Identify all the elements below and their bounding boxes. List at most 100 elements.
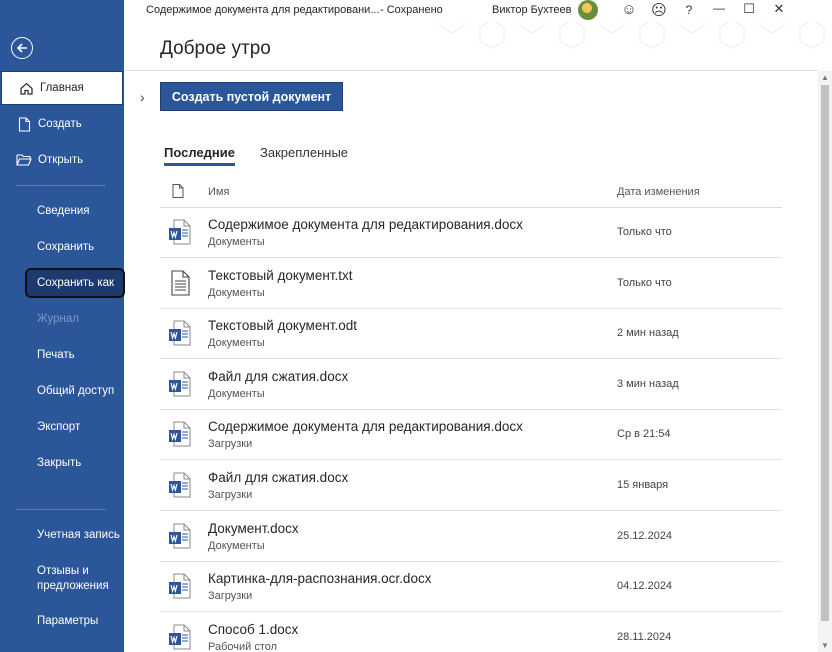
word-document-icon (169, 219, 191, 245)
file-location: Загрузки (208, 438, 253, 451)
file-name: Текстовый документ.odt (208, 318, 358, 334)
create-blank-document-button[interactable]: Создать пустой документ (160, 82, 343, 111)
maximize-icon[interactable]: ☐ (734, 1, 764, 19)
file-modified-date: 2 мин назад (617, 327, 679, 340)
help-icon[interactable]: ? (674, 1, 704, 19)
file-row[interactable]: Картинка-для-распознания.ocr.docx Загрузк… (160, 562, 782, 613)
nav-options-label: Параметры (37, 615, 99, 627)
sidebar-divider (16, 185, 106, 186)
word-document-icon (169, 523, 191, 549)
file-name: Файл для сжатия.docx (208, 368, 349, 384)
nav-share-label: Общий доступ (37, 385, 115, 397)
backstage-sidebar: Главная Создать Открыть Сведения Сохрани… (0, 0, 125, 652)
nav-close-label: Закрыть (37, 457, 82, 469)
chevron-right-icon[interactable]: › (140, 89, 145, 105)
close-icon[interactable]: ✕ (764, 1, 794, 19)
nav-share[interactable]: Общий доступ (0, 374, 124, 408)
file-row[interactable]: Файл для сжатия.docx Загрузки 15 января (160, 461, 782, 511)
nav-print[interactable]: Печать (0, 338, 124, 372)
smile-icon[interactable]: ☺ (614, 1, 644, 19)
nav-account-label: Учетная запись (37, 529, 120, 541)
scroll-thumb[interactable] (821, 85, 829, 621)
text-file-icon (171, 270, 190, 296)
nav-feedback-line1: Отзывы и (37, 565, 89, 577)
avatar[interactable] (578, 0, 598, 20)
file-name: Картинка-для-распознания.ocr.docx (208, 571, 432, 587)
user-name[interactable]: Виктор Бухтеев (492, 4, 571, 16)
nav-save-as-label: Сохранить как (37, 277, 115, 289)
nav-export-label: Экспорт (37, 421, 81, 433)
file-name: Файл для сжатия.docx (208, 470, 349, 485)
file-location: Документы (208, 387, 265, 400)
home-icon (18, 80, 34, 96)
file-location: Загрузки (208, 489, 253, 501)
nav-save[interactable]: Сохранить (0, 230, 124, 264)
file-row[interactable]: Способ 1.docx Рабочий стол 28.11.2024 (160, 613, 782, 652)
file-modified-date: 15 января (617, 479, 669, 491)
file-row[interactable]: Содержимое документа для редактирования.… (160, 410, 782, 461)
title-bar: Содержимое документа для редактировани..… (124, 0, 832, 22)
word-document-icon (169, 320, 191, 346)
file-location: Рабочий стол (208, 640, 278, 652)
file-modified-date: Только что (617, 226, 672, 238)
nav-history-label: Журнал (37, 313, 79, 325)
nav-open-label: Открыть (38, 154, 84, 166)
back-arrow-icon[interactable] (11, 37, 33, 59)
frown-icon[interactable]: ☹ (644, 1, 674, 19)
nav-history: Журнал (0, 302, 124, 336)
nav-save-as[interactable]: Сохранить как (25, 268, 125, 298)
file-name: Способ 1.docx (208, 621, 299, 637)
nav-close[interactable]: Закрыть (0, 446, 124, 480)
column-header-date[interactable]: Дата изменения (617, 186, 700, 198)
file-location: Документы (208, 337, 265, 350)
tab-recent[interactable]: Последние (164, 145, 235, 166)
document-title: Содержимое документа для редактировани..… (146, 4, 380, 16)
nav-print-label: Печать (37, 349, 75, 361)
word-document-icon (169, 472, 191, 498)
minimize-icon[interactable]: — (704, 1, 734, 19)
file-row[interactable]: Текстовый документ.txt Документы Только чт… (160, 259, 782, 309)
nav-info[interactable]: Сведения (0, 194, 124, 228)
file-modified-date: 3 мин назад (617, 377, 679, 390)
file-row[interactable]: Файл для сжатия.docx Документы 3 мин назад (160, 360, 782, 410)
file-location: Документы (208, 236, 265, 248)
greeting-heading: Доброе утро (160, 38, 271, 59)
file-name: Содержимое документа для редактирования.… (208, 217, 523, 232)
word-document-icon (169, 624, 191, 650)
nav-export[interactable]: Экспорт (0, 410, 124, 444)
scroll-up-arrow-icon[interactable]: ▲ (821, 73, 829, 82)
tab-pinned[interactable]: Закрепленные (260, 145, 348, 160)
word-document-icon (169, 371, 191, 397)
nav-home[interactable]: Главная (1, 71, 123, 105)
file-row[interactable]: Содержимое документа для редактирования.… (160, 208, 782, 258)
file-modified-date: 04.12.2024 (617, 580, 673, 593)
file-location: Документы (208, 286, 265, 299)
scroll-down-arrow-icon[interactable]: ▼ (821, 641, 829, 650)
folder-open-icon (16, 152, 32, 168)
header-divider (124, 70, 818, 71)
new-document-icon (16, 116, 32, 132)
nav-create-label: Создать (38, 118, 82, 130)
file-row[interactable]: Текстовый документ.odt Документы 2 мин наз… (160, 309, 782, 360)
nav-open[interactable]: Открыть (0, 143, 124, 177)
nav-feedback-line2: предложения (37, 580, 109, 592)
column-header-name[interactable]: Имя (208, 186, 229, 198)
nav-feedback[interactable]: Отзывы и предложения (0, 562, 124, 596)
file-modified-date: 25.12.2024 (617, 529, 673, 542)
nav-save-label: Сохранить (37, 241, 95, 253)
nav-home-label: Главная (40, 82, 84, 94)
nav-feedback-label: Отзывы и предложения (37, 564, 109, 594)
nav-create[interactable]: Создать (0, 107, 124, 141)
file-modified-date: Ср в 21:54 (617, 428, 671, 441)
file-location: Загрузки (208, 590, 253, 603)
file-type-column-icon (172, 184, 184, 198)
file-row[interactable]: Документ.docx Документы 25.12.2024 (160, 512, 782, 562)
file-location: Документы (208, 539, 265, 552)
word-document-icon (169, 421, 191, 447)
nav-info-label: Сведения (37, 205, 90, 217)
file-name: Текстовый документ.txt (208, 267, 353, 283)
word-document-icon (169, 573, 191, 599)
vertical-scrollbar[interactable]: ▲ ▼ (818, 71, 832, 652)
nav-account[interactable]: Учетная запись (0, 518, 124, 552)
nav-options[interactable]: Параметры (0, 604, 124, 638)
